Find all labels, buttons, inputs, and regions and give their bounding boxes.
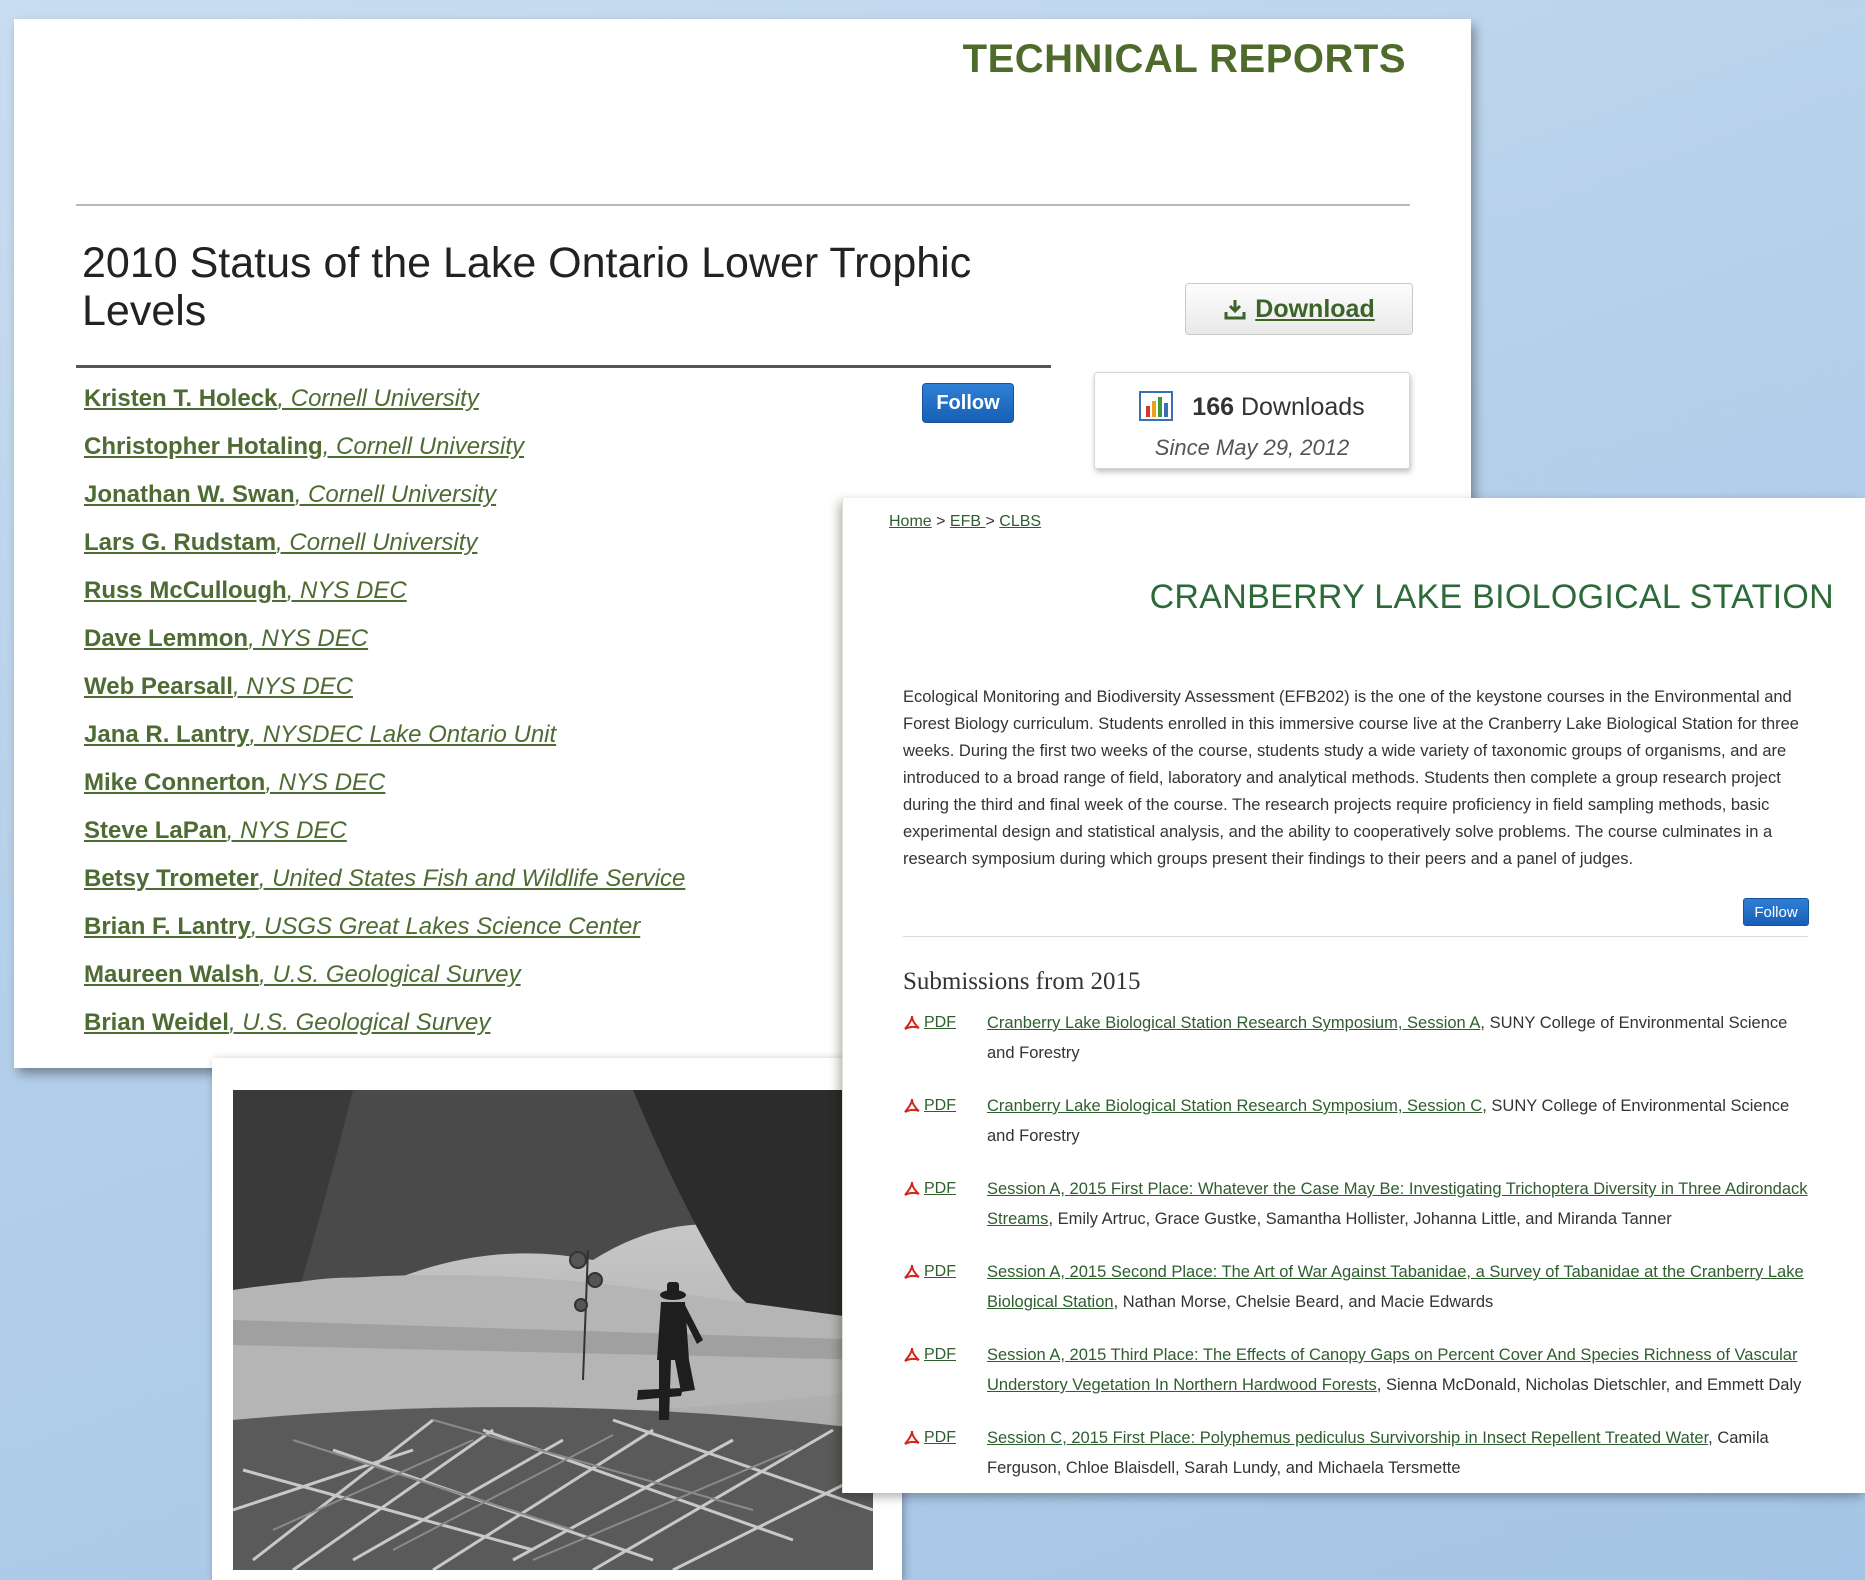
breadcrumb: Home > EFB > CLBS [889,513,1041,531]
pdf-link[interactable]: PDF [924,1340,956,1370]
author-link[interactable]: Betsy Trometer, United States Fish and W… [84,865,685,892]
submission-item: PDF Session C, 2015 First Place: Polyphe… [903,1423,1823,1506]
submission-item: PDF Session A, 2015 First Place: Whateve… [903,1174,1823,1257]
author-link[interactable]: Dave Lemmon, NYS DEC [84,625,368,652]
follow-button[interactable]: Follow [1743,898,1809,926]
author-link[interactable]: Steve LaPan, NYS DEC [84,817,347,844]
pdf-link[interactable]: PDF [924,1423,956,1453]
section-divider [903,936,1808,937]
submission-authors: , Sienna McDonald, Nicholas Dietschler, … [1376,1376,1802,1394]
title-divider [76,365,1051,368]
author-link[interactable]: Christopher Hotaling, Cornell University [84,433,524,460]
submission-text: Session A, 2015 First Place: Whatever th… [987,1174,1817,1234]
submission-text: Session A, 2015 Second Place: The Art of… [987,1257,1817,1317]
pdf-icon [904,1098,920,1113]
pdf-link[interactable]: PDF [924,1091,956,1121]
pdf-icon [904,1347,920,1362]
submission-title-link[interactable]: Cranberry Lake Biological Station Resear… [987,1014,1480,1032]
pdf-icon [904,1430,920,1445]
pdf-icon [904,1181,920,1196]
author-item: Dave Lemmon, NYS DEC [84,625,685,673]
breadcrumb-separator: > [985,513,1000,530]
author-item: Betsy Trometer, United States Fish and W… [84,865,685,913]
author-link[interactable]: Lars G. Rudstam, Cornell University [84,529,477,556]
author-link[interactable]: Brian Weidel, U.S. Geological Survey [84,1009,490,1036]
breadcrumb-separator: > [931,513,950,530]
pdf-link[interactable]: PDF [924,1257,956,1287]
pdf-link[interactable]: PDF [924,1008,956,1038]
downloads-since: Since May 29, 2012 [1154,435,1350,460]
page-title: CRANBERRY LAKE BIOLOGICAL STATION [1149,578,1834,616]
pdf-link[interactable]: PDF [924,1174,956,1204]
pdf-icon [904,1264,920,1279]
bar-chart-icon [1139,391,1174,421]
beaver-dam-photo [233,1090,873,1570]
author-item: Brian F. Lantry, USGS Great Lakes Scienc… [84,913,685,961]
download-label: Download [1255,294,1375,323]
submission-item: PDF Session A, 2015 Second Place: The Ar… [903,1257,1823,1340]
author-item: Russ McCullough, NYS DEC [84,577,685,625]
submissions-heading: Submissions from 2015 [903,968,1141,995]
author-link[interactable]: Russ McCullough, NYS DEC [84,577,407,604]
author-link[interactable]: Kristen T. Holeck, Cornell University [84,385,479,412]
breadcrumb-home[interactable]: Home [889,513,932,530]
author-link[interactable]: Mike Connerton, NYS DEC [84,769,385,796]
author-item: Jana R. Lantry, NYSDEC Lake Ontario Unit [84,721,685,769]
author-link[interactable]: Maureen Walsh, U.S. Geological Survey [84,961,521,988]
submission-text: Cranberry Lake Biological Station Resear… [987,1008,1817,1068]
author-item: Jonathan W. Swan, Cornell University [84,481,685,529]
download-button[interactable]: Download [1185,283,1413,335]
author-item: Steve LaPan, NYS DEC [84,817,685,865]
pdf-download[interactable]: PDF [903,1008,956,1038]
header-divider [76,204,1410,206]
author-item: Kristen T. Holeck, Cornell University [84,385,685,433]
pdf-download[interactable]: PDF [903,1091,956,1121]
follow-button[interactable]: Follow [922,383,1014,423]
author-item: Christopher Hotaling, Cornell University [84,433,685,481]
submission-authors: , Emily Artruc, Grace Gustke, Samantha H… [1048,1210,1672,1228]
author-link[interactable]: Web Pearsall, NYS DEC [84,673,353,700]
submission-title-link[interactable]: Session C, 2015 First Place: Polyphemus … [987,1429,1708,1447]
submission-text: Cranberry Lake Biological Station Resear… [987,1091,1817,1151]
downloads-word: Downloads [1240,393,1365,421]
author-link[interactable]: Brian F. Lantry, USGS Great Lakes Scienc… [84,913,640,940]
submission-text: Session A, 2015 Third Place: The Effects… [987,1340,1817,1400]
pdf-download[interactable]: PDF [903,1423,956,1453]
photo-frame [212,1058,902,1580]
author-link[interactable]: Jonathan W. Swan, Cornell University [84,481,496,508]
download-icon [1224,300,1246,320]
course-description: Ecological Monitoring and Biodiversity A… [903,688,1799,868]
author-item: Maureen Walsh, U.S. Geological Survey [84,961,685,1009]
author-item: Brian Weidel, U.S. Geological Survey [84,1009,685,1057]
author-item: Lars G. Rudstam, Cornell University [84,529,685,577]
submission-item: PDF Cranberry Lake Biological Station Re… [903,1091,1823,1174]
submission-list: PDF Cranberry Lake Biological Station Re… [903,1008,1823,1506]
submission-title-link[interactable]: Cranberry Lake Biological Station Resear… [987,1097,1482,1115]
submission-item: PDF Session A, 2015 Third Place: The Eff… [903,1340,1823,1423]
author-item: Mike Connerton, NYS DEC [84,769,685,817]
cranberry-lake-page: Home > EFB > CLBS CRANBERRY LAKE BIOLOGI… [842,498,1865,1493]
section-heading: TECHNICAL REPORTS [962,37,1406,81]
pdf-download[interactable]: PDF [903,1174,956,1204]
author-item: Web Pearsall, NYS DEC [84,673,685,721]
pdf-icon [904,1015,920,1030]
submission-text: Session C, 2015 First Place: Polyphemus … [987,1423,1817,1483]
breadcrumb-clbs[interactable]: CLBS [999,513,1041,530]
report-title: 2010 Status of the Lake Ontario Lower Tr… [82,239,972,335]
pdf-download[interactable]: PDF [903,1257,956,1287]
submission-authors: , Nathan Morse, Chelsie Beard, and Macie… [1113,1293,1494,1311]
downloads-count: 166 [1192,393,1235,421]
author-link[interactable]: Jana R. Lantry, NYSDEC Lake Ontario Unit [84,721,556,748]
submission-item: PDF Cranberry Lake Biological Station Re… [903,1008,1823,1091]
pdf-download[interactable]: PDF [903,1340,956,1370]
breadcrumb-efb[interactable]: EFB [950,513,986,530]
downloads-counter: 166 Downloads Since May 29, 2012 [1094,372,1410,469]
author-list: Kristen T. Holeck, Cornell University Ch… [84,385,685,1057]
